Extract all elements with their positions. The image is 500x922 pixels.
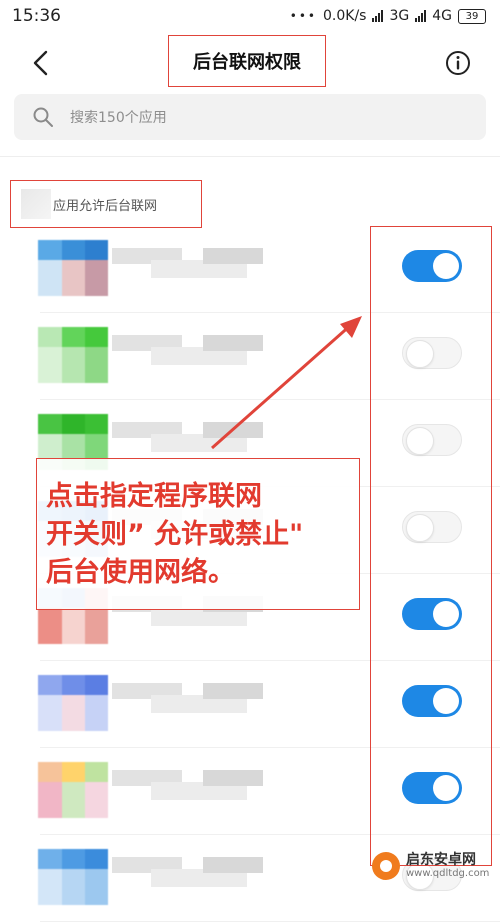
section-label: 应用允许后台联网: [53, 198, 158, 214]
network-3g-label: 3G: [389, 8, 410, 24]
app-icon-pixel: [85, 675, 108, 695]
network-speed: 0.0K/s: [323, 8, 367, 24]
app-icon-pixel: [38, 782, 62, 818]
app-icon: [38, 327, 108, 383]
status-indicators: ••• 0.0K/s 3G 4G 39: [290, 8, 486, 24]
app-icon-pixel: [62, 608, 86, 644]
more-dots-icon: •••: [289, 9, 317, 23]
app-icon-pixel: [38, 849, 62, 869]
app-icon-pixel: [62, 695, 86, 731]
app-icon-pixel: [62, 849, 86, 869]
app-icon-pixel: [85, 782, 108, 818]
chevron-left-icon: [33, 50, 48, 76]
app-icon: [38, 240, 108, 296]
app-icon: [38, 675, 108, 731]
app-icon-pixel: [38, 695, 62, 731]
status-time: 15:36: [12, 6, 61, 26]
app-name-pixel: [203, 422, 264, 438]
app-icon-pixel: [85, 327, 108, 347]
divider: [0, 156, 500, 157]
info-circle-icon: [446, 51, 470, 75]
signal-icon-2: [415, 10, 427, 22]
app-icon-pixel: [85, 414, 108, 434]
app-icon-pixel: [38, 608, 62, 644]
info-button[interactable]: [444, 49, 472, 77]
annotation-toggle-highlight: [370, 226, 492, 866]
app-icon-pixel: [62, 260, 86, 296]
app-icon-pixel: [62, 782, 86, 818]
watermark-name: 启东安卓网: [406, 852, 476, 868]
app-icon-pixel: [62, 347, 86, 383]
annotation-line-1: 点击指定程序联网: [46, 481, 262, 512]
search-placeholder: 搜索150个应用: [70, 110, 167, 126]
app-icon-pixel: [85, 762, 108, 782]
app-icon-pixel: [85, 240, 108, 260]
app-icon-pixel: [62, 240, 86, 260]
battery-level: 39: [465, 10, 479, 22]
blurred-icon: [21, 189, 51, 219]
app-icon-pixel: [62, 762, 86, 782]
annotation-text: 点击指定程序联网 开关则” 允许或禁止" 后台使用网络。: [46, 478, 356, 592]
app-icon-pixel: [38, 869, 62, 905]
app-icon-pixel: [62, 675, 86, 695]
app-icon-pixel: [38, 762, 62, 782]
app-name-pixel: [203, 335, 264, 351]
app-icon-pixel: [85, 608, 108, 644]
app-icon-pixel: [85, 695, 108, 731]
back-button[interactable]: [24, 46, 58, 80]
section-header: 应用允许后台联网: [10, 180, 202, 228]
annotation-line-2: 开关则” 允许或禁止": [46, 519, 304, 550]
app-name-pixel: [203, 770, 264, 786]
app-icon-pixel: [62, 327, 86, 347]
app-name-pixel: [203, 857, 264, 873]
watermark-url: www.qdltdg.com: [406, 868, 490, 879]
app-icon: [38, 762, 108, 818]
app-icon-pixel: [38, 675, 62, 695]
app-icon-pixel: [62, 869, 86, 905]
app-icon-pixel: [62, 414, 86, 434]
watermark: 启东安卓网 www.qdltdg.com: [372, 852, 489, 880]
app-icon-pixel: [85, 869, 108, 905]
annotation-line-3: 后台使用网络。: [46, 557, 235, 588]
app-icon-pixel: [38, 347, 62, 383]
network-4g-label: 4G: [432, 8, 452, 24]
search-input[interactable]: 搜索150个应用: [14, 94, 486, 140]
battery-icon: 39: [458, 8, 486, 24]
app-name-pixel: [203, 248, 264, 264]
app-name-pixel: [203, 683, 264, 699]
page-title: 后台联网权限: [168, 35, 326, 87]
app-icon-pixel: [38, 327, 62, 347]
app-icon-pixel: [85, 347, 108, 383]
signal-icon: [372, 10, 384, 22]
app-icon-pixel: [38, 414, 62, 434]
search-icon: [33, 107, 53, 127]
app-icon-pixel: [85, 260, 108, 296]
app-icon-pixel: [38, 240, 62, 260]
app-icon: [38, 849, 108, 905]
watermark-logo-icon: [372, 852, 400, 880]
app-icon-pixel: [85, 849, 108, 869]
app-icon-pixel: [38, 260, 62, 296]
